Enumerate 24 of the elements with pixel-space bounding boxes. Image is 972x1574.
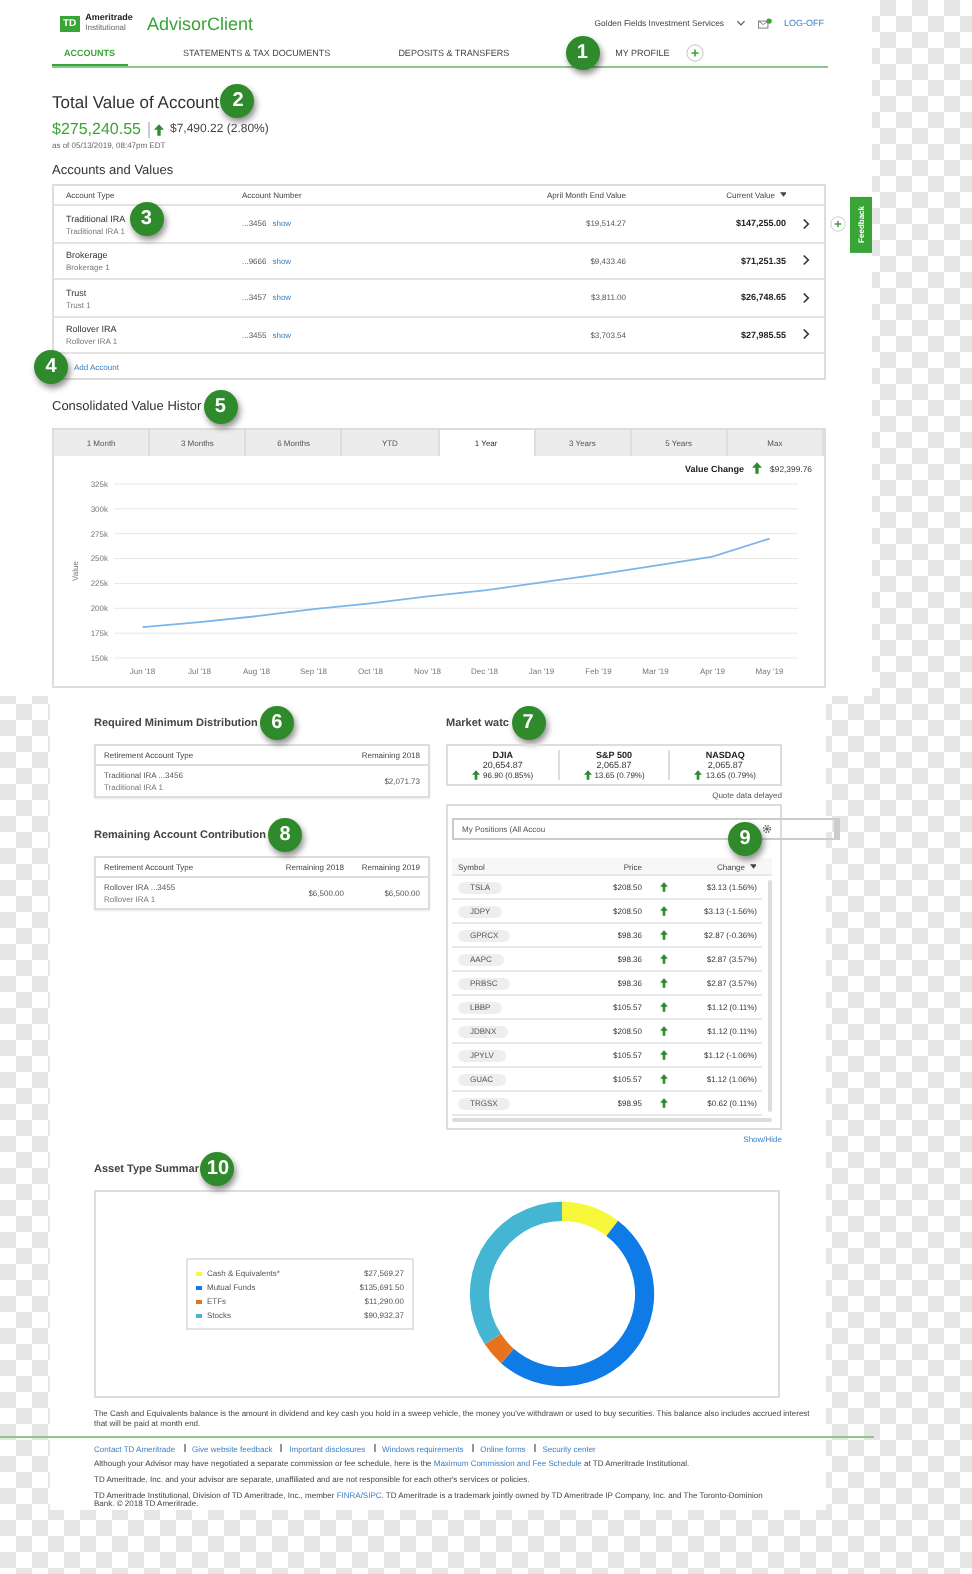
sort-icon[interactable] (779, 192, 786, 198)
chevron-right-icon[interactable] (801, 254, 809, 267)
scrollbar[interactable] (767, 880, 772, 1113)
step-badge: 2 (220, 84, 255, 118)
chevron-down-icon (736, 20, 746, 26)
step-badge: 5 (203, 390, 238, 424)
step-badge: 8 (267, 818, 302, 852)
step-badge: 4 (34, 349, 68, 383)
envelope-icon[interactable] (758, 17, 772, 29)
step-badge: 10 (200, 1152, 235, 1187)
app-name: AdvisorClient (146, 13, 253, 33)
step-badge: 1 (565, 36, 600, 70)
section-heading: Total Value of Account (52, 91, 219, 111)
plus-icon[interactable] (685, 44, 704, 62)
chevron-right-icon[interactable] (801, 217, 809, 230)
chevron-right-icon[interactable] (801, 291, 809, 304)
step-badge: 7 (511, 706, 545, 740)
step-badge: 6 (259, 706, 294, 740)
settings-icon[interactable] (762, 824, 772, 835)
sort-icon[interactable] (749, 864, 756, 870)
total-value: $275,240.55 (52, 120, 141, 138)
step-badge: 9 (728, 822, 762, 857)
step-badge: 3 (129, 201, 164, 235)
chevron-right-icon[interactable] (801, 328, 809, 341)
